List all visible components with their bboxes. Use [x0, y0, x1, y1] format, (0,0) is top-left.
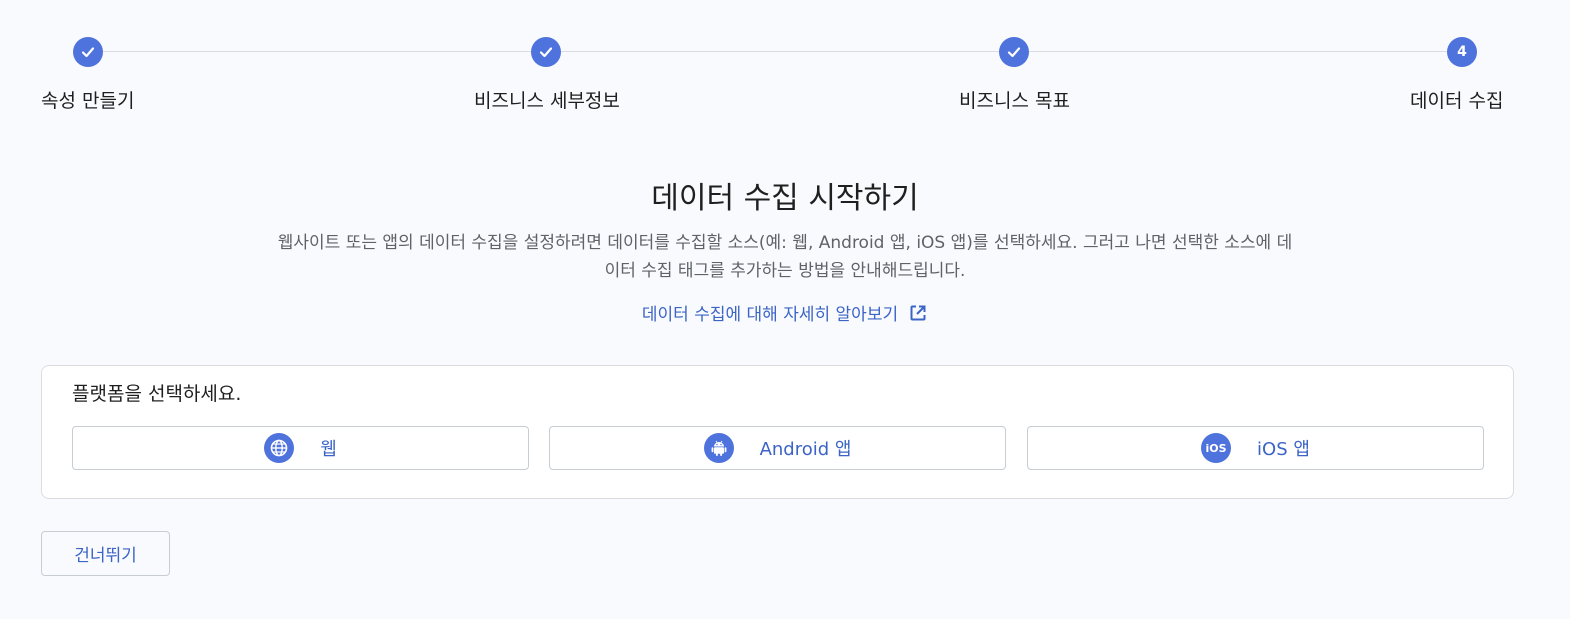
- setup-page: 4 속성 만들기 비즈니스 세부정보 비즈니스 목표 데이터 수집 데이터 수집…: [0, 0, 1570, 619]
- android-platform-button[interactable]: Android 앱: [549, 426, 1006, 470]
- page-title: 데이터 수집 시작하기: [651, 181, 919, 216]
- ios-platform-label: iOS 앱: [1257, 439, 1310, 460]
- step-label-create-property: 속성 만들기: [41, 90, 135, 112]
- step-2-check-icon: [531, 37, 561, 67]
- ios-platform-button[interactable]: iOS iOS 앱: [1027, 426, 1484, 470]
- ios-icon: iOS: [1201, 433, 1232, 463]
- android-platform-label: Android 앱: [759, 439, 852, 460]
- step-label-business-goals: 비즈니스 목표: [959, 90, 1070, 112]
- step-4-number: 4: [1447, 37, 1477, 67]
- open-in-new-icon: [910, 305, 926, 320]
- step-3-check-icon: [999, 37, 1029, 67]
- step-connector: [561, 51, 999, 52]
- learn-more-link-label[interactable]: 데이터 수집에 대해 자세히 알아보기: [642, 300, 898, 325]
- platform-card-title: 플랫폼을 선택하세요.: [72, 383, 242, 405]
- web-platform-label: 웹: [320, 439, 337, 460]
- platform-selection-card: 플랫폼을 선택하세요. 웹 Android 앱 iOS iOS 앱: [41, 365, 1514, 499]
- globe-icon: [264, 433, 295, 463]
- step-label-business-details: 비즈니스 세부정보: [474, 90, 620, 112]
- skip-button[interactable]: 건너뛰기: [41, 531, 170, 576]
- step-1-check-icon: [73, 37, 103, 67]
- android-icon: [703, 433, 734, 463]
- web-platform-button[interactable]: 웹: [72, 426, 529, 470]
- page-description: 웹사이트 또는 앱의 데이터 수집을 설정하려면 데이터를 수집할 소스(예: …: [277, 233, 1293, 281]
- step-connector: [103, 51, 531, 52]
- learn-more-link[interactable]: 데이터 수집에 대해 자세히 알아보기: [0, 300, 1570, 325]
- progress-stepper: 4 속성 만들기 비즈니스 세부정보 비즈니스 목표 데이터 수집: [0, 0, 1570, 130]
- step-connector: [1029, 51, 1447, 52]
- step-label-data-collection: 데이터 수집: [1410, 90, 1504, 112]
